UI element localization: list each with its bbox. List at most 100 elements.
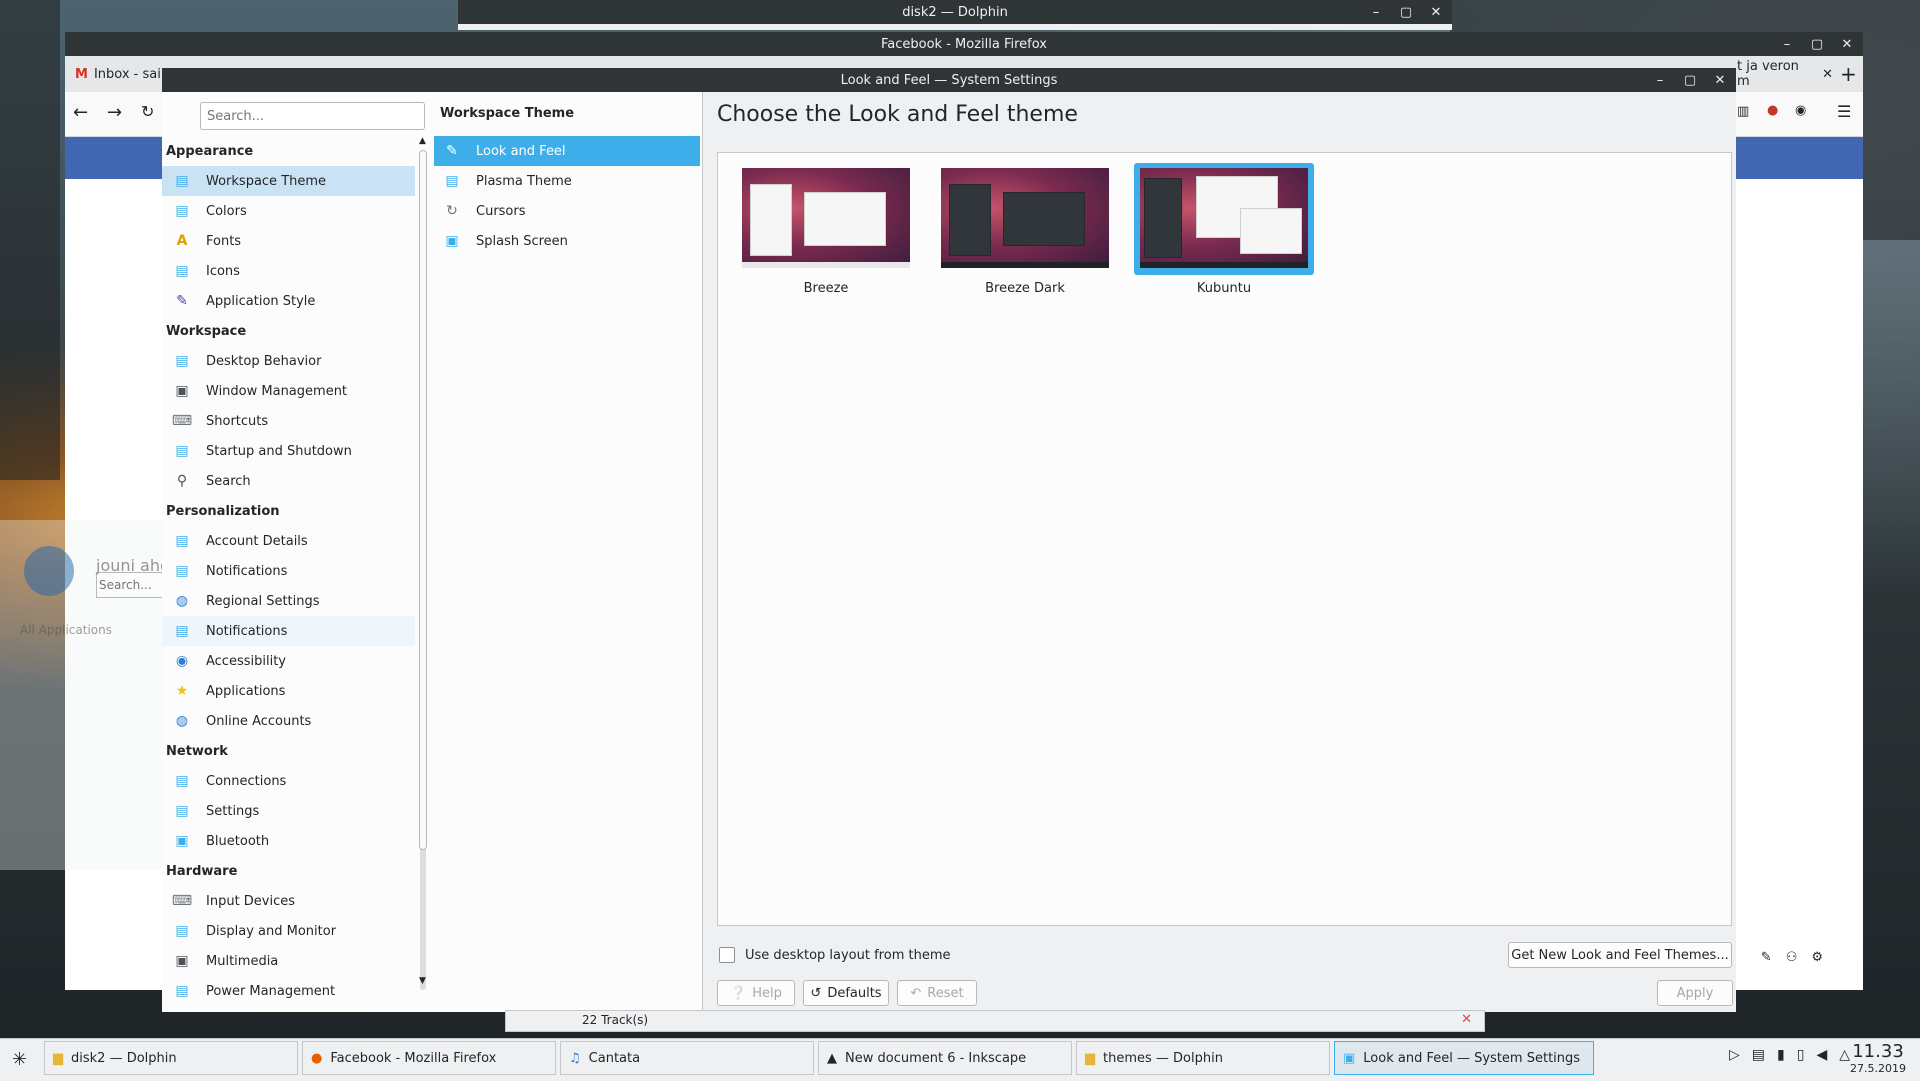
- use-layout-option[interactable]: Use desktop layout from theme: [719, 947, 950, 963]
- gear-icon[interactable]: ⚙: [1811, 950, 1823, 965]
- item-label: Connections: [206, 773, 287, 789]
- settings-body: Appearance ▤ Workspace Theme ▤ Colors A Fon…: [162, 92, 1736, 1012]
- scroll-down-icon[interactable]: ▼: [419, 976, 426, 986]
- sidebar-item-desktop-behavior[interactable]: ▤ Desktop Behavior: [162, 346, 415, 376]
- maximize-icon[interactable]: ▢: [1398, 5, 1414, 20]
- maximize-icon[interactable]: ▢: [1809, 37, 1825, 52]
- extension-icon[interactable]: ◉: [1795, 103, 1806, 118]
- defaults-button[interactable]: ↺ Defaults: [803, 980, 889, 1006]
- subitem-look-and-feel[interactable]: ✎ Look and Feel: [434, 136, 700, 166]
- theme-preview: [1140, 168, 1308, 268]
- sidebar-item-startup-shutdown[interactable]: ▤ Startup and Shutdown: [162, 436, 415, 466]
- sidebar-item-icons[interactable]: ▤ Icons: [162, 256, 415, 286]
- sidebar-item-workspace-theme[interactable]: ▤ Workspace Theme: [162, 166, 415, 196]
- task-system-settings[interactable]: ▣ Look and Feel — System Settings: [1334, 1041, 1594, 1075]
- back-icon[interactable]: ←: [73, 102, 88, 123]
- theme-breeze[interactable]: [736, 163, 916, 275]
- sidebar-item-search[interactable]: ⚲ Search: [162, 466, 415, 496]
- compose-icon[interactable]: ✎: [1761, 950, 1772, 965]
- item-label: Search: [206, 473, 251, 489]
- task-cantata[interactable]: ♫ Cantata: [560, 1041, 814, 1075]
- subitem-splash-screen[interactable]: ▣ Splash Screen: [434, 226, 700, 256]
- close-icon[interactable]: ✕: [1712, 73, 1728, 88]
- sidebar-item-fonts[interactable]: A Fonts: [162, 226, 415, 256]
- sidebar-scrollbar[interactable]: ▲ ▼: [417, 136, 429, 1006]
- clipboard-icon[interactable]: ▯: [1797, 1047, 1805, 1063]
- reload-icon[interactable]: ↻: [141, 102, 154, 121]
- new-tab-icon[interactable]: +: [1830, 56, 1870, 92]
- task-inkscape[interactable]: ▲ New document 6 - Inkscape: [818, 1041, 1072, 1075]
- media-player-icon[interactable]: ▷: [1729, 1047, 1740, 1063]
- look-and-feel-module: Choose the Look and Feel theme Breeze Br…: [703, 92, 1736, 1012]
- sidebar-icon[interactable]: ▥: [1737, 104, 1749, 119]
- close-icon[interactable]: ✕: [1461, 1012, 1472, 1027]
- minimize-icon[interactable]: –: [1652, 73, 1668, 88]
- sidebar-item-window-management[interactable]: ▣ Window Management: [162, 376, 415, 406]
- firefox-tab-inbox[interactable]: M Inbox - sair: [65, 56, 170, 92]
- apply-button[interactable]: Apply: [1657, 980, 1733, 1006]
- theme-label-kubuntu: Kubuntu: [1196, 281, 1252, 296]
- sidebar-item-input-devices[interactable]: ⌨ Input Devices: [162, 886, 415, 916]
- sidebar-item-notifications-1[interactable]: ▤ Notifications: [162, 556, 415, 586]
- help-button[interactable]: ❔ Help: [717, 980, 795, 1006]
- task-dolphin-disk2[interactable]: ▆ disk2 — Dolphin: [44, 1041, 298, 1075]
- folder-icon: ▆: [1085, 1050, 1095, 1066]
- item-label: Power Management: [206, 983, 336, 999]
- scroll-thumb[interactable]: [419, 150, 427, 850]
- firefox-tab-right[interactable]: t ja veron m ✕: [1727, 56, 1833, 92]
- scroll-up-icon[interactable]: ▲: [419, 136, 426, 146]
- task-dolphin-themes[interactable]: ▆ themes — Dolphin: [1076, 1041, 1330, 1075]
- minimize-icon[interactable]: –: [1368, 5, 1384, 20]
- minimize-icon[interactable]: –: [1779, 37, 1795, 52]
- menu-icon[interactable]: ☰: [1837, 102, 1851, 121]
- category-personalization: Personalization: [166, 503, 280, 519]
- lock-icon[interactable]: ▮: [1777, 1047, 1785, 1063]
- sidebar-item-shortcuts[interactable]: ⌨ Shortcuts: [162, 406, 415, 436]
- close-icon[interactable]: ✕: [1428, 5, 1444, 20]
- use-layout-checkbox[interactable]: [719, 947, 735, 963]
- adblock-icon[interactable]: ●: [1767, 103, 1778, 118]
- warning-icon[interactable]: △: [1839, 1047, 1850, 1063]
- sidebar-item-accessibility[interactable]: ◉ Accessibility: [162, 646, 415, 676]
- sidebar-item-multimedia[interactable]: ▣ Multimedia: [162, 946, 415, 976]
- close-icon[interactable]: ✕: [1839, 37, 1855, 52]
- network-icon[interactable]: ▤: [1752, 1047, 1765, 1063]
- sidebar-item-account-details[interactable]: ▤ Account Details: [162, 526, 415, 556]
- search-input[interactable]: [200, 102, 425, 130]
- get-new-themes-button[interactable]: Get New Look and Feel Themes...: [1508, 942, 1732, 968]
- sidebar-item-bluetooth[interactable]: ▣ Bluetooth: [162, 826, 415, 856]
- sidebar-item-display-monitor[interactable]: ▤ Display and Monitor: [162, 916, 415, 946]
- subitem-cursors[interactable]: ↻ Cursors: [434, 196, 700, 226]
- gmail-icon: M: [75, 66, 88, 82]
- page-title: Choose the Look and Feel theme: [717, 102, 1078, 127]
- sidebar-item-application-style[interactable]: ✎ Application Style: [162, 286, 415, 316]
- subitem-plasma-theme[interactable]: ▤ Plasma Theme: [434, 166, 700, 196]
- kickoff-launcher-icon[interactable]: ✳: [12, 1049, 27, 1070]
- theme-preview: [742, 168, 910, 268]
- sidebar-item-network-settings[interactable]: ▤ Settings: [162, 796, 415, 826]
- sidebar-item-power-management[interactable]: ▤ Power Management: [162, 976, 415, 1006]
- digital-clock[interactable]: 11.33 27.5.2019: [1850, 1042, 1906, 1076]
- reset-button[interactable]: ↶ Reset: [897, 980, 977, 1006]
- task-firefox[interactable]: ● Facebook - Mozilla Firefox: [302, 1041, 556, 1075]
- preview-window: [804, 192, 886, 246]
- preview-panel: [1140, 262, 1308, 268]
- sidebar-item-online-accounts[interactable]: ◍ Online Accounts: [162, 706, 415, 736]
- group-icon[interactable]: ⚇: [1786, 950, 1798, 965]
- sidebar-item-notifications-2[interactable]: ▤ Notifications: [162, 616, 415, 646]
- sidebar-item-regional-settings[interactable]: ◍ Regional Settings: [162, 586, 415, 616]
- maximize-icon[interactable]: ▢: [1682, 73, 1698, 88]
- sidebar-item-connections[interactable]: ▤ Connections: [162, 766, 415, 796]
- theme-kubuntu[interactable]: [1134, 163, 1314, 275]
- sidebar-item-colors[interactable]: ▤ Colors: [162, 196, 415, 226]
- item-label: Application Style: [206, 293, 316, 309]
- startup-icon: ▤: [175, 443, 189, 459]
- bluetooth-icon: ▣: [175, 833, 189, 849]
- volume-icon[interactable]: ◀: [1816, 1047, 1827, 1063]
- theme-breeze-dark[interactable]: [935, 163, 1115, 275]
- item-label: Notifications: [206, 563, 288, 579]
- item-label: Startup and Shutdown: [206, 443, 352, 459]
- all-applications[interactable]: All Applications: [20, 623, 112, 637]
- sidebar-item-applications[interactable]: ★ Applications: [162, 676, 415, 706]
- forward-icon[interactable]: →: [107, 102, 122, 123]
